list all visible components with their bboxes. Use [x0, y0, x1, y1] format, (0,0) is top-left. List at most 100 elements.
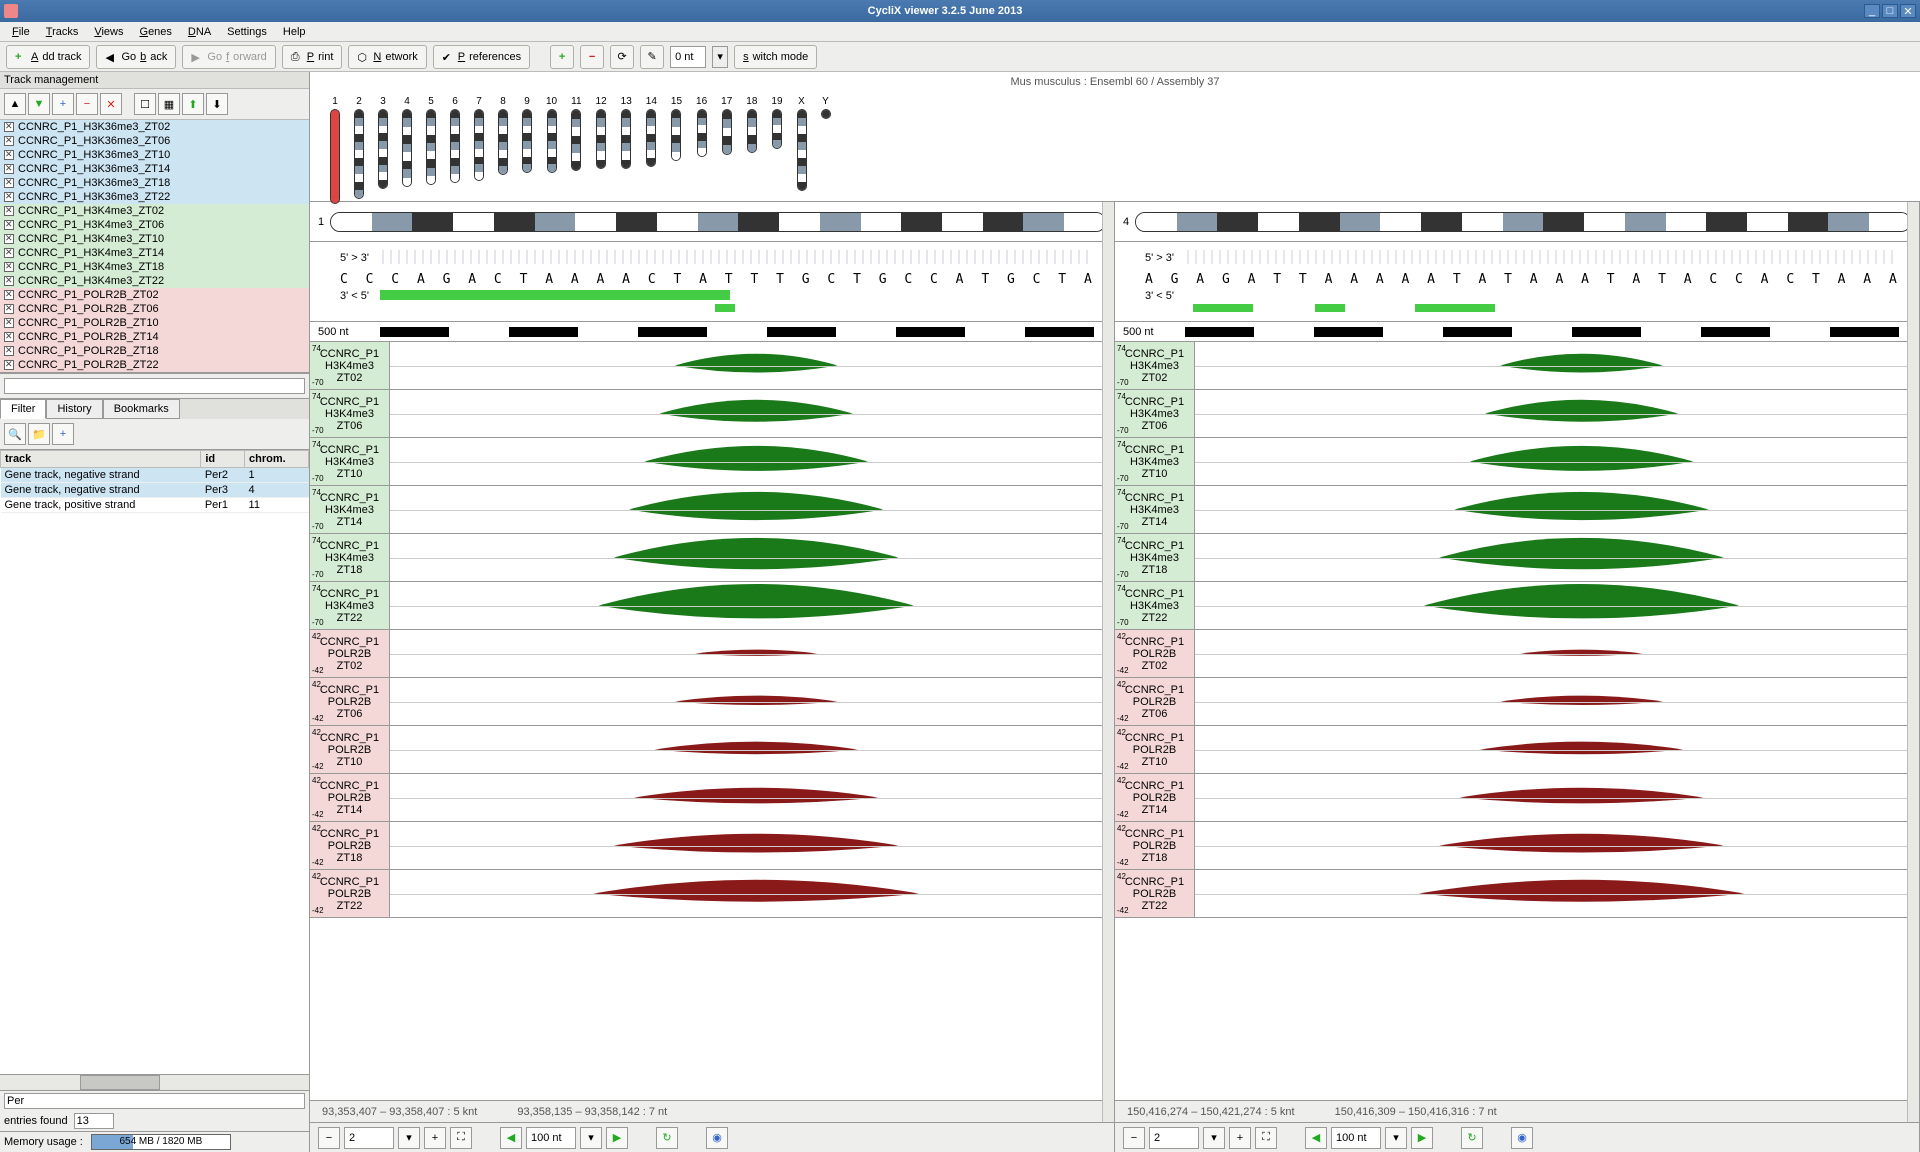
checkbox-icon[interactable]	[4, 220, 14, 230]
redo-btn[interactable]: ↻	[656, 1127, 678, 1149]
track-item[interactable]: CCNRC_P1_H3K4me3_ZT14	[0, 246, 309, 260]
page-dd[interactable]: ▾	[398, 1127, 420, 1149]
checkbox-icon[interactable]	[4, 206, 14, 216]
checkbox-icon[interactable]	[4, 150, 14, 160]
track-item[interactable]: CCNRC_P1_H3K4me3_ZT02	[0, 204, 309, 218]
track-search-input[interactable]	[4, 378, 305, 394]
chromosome-15[interactable]: 15	[671, 96, 682, 161]
globe-btn[interactable]: ◉	[706, 1127, 728, 1149]
page-select[interactable]: 2	[344, 1127, 394, 1149]
copy-button[interactable]: ▦	[158, 93, 180, 115]
zoom-select[interactable]: 100 nt	[526, 1127, 576, 1149]
remove-button[interactable]: −	[76, 93, 98, 115]
zoom-out-btn[interactable]: −	[318, 1127, 340, 1149]
minimize-button[interactable]: _	[1864, 4, 1880, 18]
chromosome-19[interactable]: 19	[771, 96, 782, 149]
menu-views[interactable]: Views	[86, 24, 131, 40]
track-item[interactable]: CCNRC_P1_H3K36me3_ZT10	[0, 148, 309, 162]
fit-btn[interactable]: ⛶	[450, 1127, 472, 1149]
track-item[interactable]: CCNRC_P1_H3K36me3_ZT14	[0, 162, 309, 176]
prev-btn[interactable]: ◀	[500, 1127, 522, 1149]
chromosome-11[interactable]: 11	[571, 96, 581, 171]
checkbox-icon[interactable]	[4, 290, 14, 300]
menu-help[interactable]: Help	[275, 24, 314, 40]
track-item[interactable]: CCNRC_P1_H3K4me3_ZT10	[0, 232, 309, 246]
checkbox-icon[interactable]	[4, 360, 14, 370]
track-item[interactable]: CCNRC_P1_POLR2B_ZT06	[0, 302, 309, 316]
track-item[interactable]: CCNRC_P1_POLR2B_ZT02	[0, 288, 309, 302]
nt-dropdown[interactable]: ▾	[712, 46, 728, 68]
chromosome-8[interactable]: 8	[498, 96, 508, 175]
checkbox-icon[interactable]	[4, 346, 14, 356]
up-button[interactable]: ▲	[4, 93, 26, 115]
search-button[interactable]: 🔍	[4, 423, 26, 445]
chromosome-6[interactable]: 6	[450, 96, 460, 183]
new-button[interactable]: ☐	[134, 93, 156, 115]
fit-btn-r[interactable]: ⛶	[1255, 1127, 1277, 1149]
zoom-in-btn-r[interactable]: +	[1229, 1127, 1251, 1149]
zoom-dd[interactable]: ▾	[580, 1127, 602, 1149]
menu-tracks[interactable]: Tracks	[38, 24, 87, 40]
v-scrollbar-left[interactable]	[1102, 202, 1114, 1122]
checkbox-icon[interactable]	[4, 178, 14, 188]
checkbox-icon[interactable]	[4, 318, 14, 328]
chromosome-bar-left[interactable]	[330, 212, 1106, 232]
menu-file[interactable]: FFileile	[4, 24, 38, 40]
zoom-select-r[interactable]: 100 nt	[1331, 1127, 1381, 1149]
track-item[interactable]: CCNRC_P1_POLR2B_ZT14	[0, 330, 309, 344]
checkbox-icon[interactable]	[4, 332, 14, 342]
chromosome-16[interactable]: 16	[696, 96, 707, 157]
chromosome-1[interactable]: 1	[330, 96, 340, 204]
chromosome-2[interactable]: 2	[354, 96, 364, 199]
tab-bookmarks[interactable]: Bookmarks	[103, 399, 180, 419]
chromosome-5[interactable]: 5	[426, 96, 436, 185]
down-button[interactable]: ▼	[28, 93, 50, 115]
chromosome-14[interactable]: 14	[646, 96, 657, 167]
go-forward-button[interactable]: ▶Go forward	[182, 45, 275, 69]
col-id[interactable]: id	[201, 451, 245, 468]
close-button[interactable]: ✕	[1900, 4, 1916, 18]
track-item[interactable]: CCNRC_P1_H3K4me3_ZT18	[0, 260, 309, 274]
table-row[interactable]: Gene track, negative strandPer21	[1, 468, 309, 483]
zoom-out-btn-r[interactable]: −	[1123, 1127, 1145, 1149]
track-item[interactable]: CCNRC_P1_H3K36me3_ZT02	[0, 120, 309, 134]
preferences-button[interactable]: ✔Preferences	[433, 45, 530, 69]
table-row[interactable]: Gene track, positive strandPer111	[1, 498, 309, 513]
chromosome-bar-right[interactable]	[1135, 212, 1911, 232]
track-item[interactable]: CCNRC_P1_H3K36me3_ZT18	[0, 176, 309, 190]
chromosome-12[interactable]: 12	[596, 96, 607, 169]
chromosome-7[interactable]: 7	[474, 96, 484, 181]
checkbox-icon[interactable]	[4, 276, 14, 286]
export-button[interactable]: ⬆	[182, 93, 204, 115]
track-item[interactable]: CCNRC_P1_H3K36me3_ZT06	[0, 134, 309, 148]
switch-mode-button[interactable]: switch mode	[734, 45, 817, 69]
zoom-dd-r[interactable]: ▾	[1385, 1127, 1407, 1149]
add-button[interactable]: +	[52, 93, 74, 115]
track-item[interactable]: CCNRC_P1_H3K36me3_ZT22	[0, 190, 309, 204]
next-btn[interactable]: ▶	[606, 1127, 628, 1149]
chromosome-13[interactable]: 13	[621, 96, 632, 169]
zoom-out-button[interactable]: −	[580, 45, 604, 69]
next-btn-r[interactable]: ▶	[1411, 1127, 1433, 1149]
track-item[interactable]: CCNRC_P1_H3K4me3_ZT22	[0, 274, 309, 288]
chromosome-17[interactable]: 17	[721, 96, 732, 155]
checkbox-icon[interactable]	[4, 304, 14, 314]
checkbox-icon[interactable]	[4, 262, 14, 272]
track-item[interactable]: CCNRC_P1_POLR2B_ZT10	[0, 316, 309, 330]
chromosome-X[interactable]: X	[797, 96, 807, 191]
import-button[interactable]: ⬇	[206, 93, 228, 115]
menu-genes[interactable]: Genes	[132, 24, 180, 40]
network-button[interactable]: ⬡Network	[348, 45, 426, 69]
maximize-button[interactable]: □	[1882, 4, 1898, 18]
folder-button[interactable]: 📁	[28, 423, 50, 445]
menu-dna[interactable]: DNA	[180, 24, 219, 40]
v-scrollbar-right[interactable]	[1907, 202, 1919, 1122]
zoom-in-btn[interactable]: +	[424, 1127, 446, 1149]
col-track[interactable]: track	[1, 451, 201, 468]
chromosome-18[interactable]: 18	[746, 96, 757, 153]
tab-history[interactable]: History	[46, 399, 102, 419]
checkbox-icon[interactable]	[4, 192, 14, 202]
checkbox-icon[interactable]	[4, 234, 14, 244]
nt-input[interactable]: 0 nt	[670, 46, 706, 68]
col-chrom[interactable]: chrom.	[245, 451, 309, 468]
